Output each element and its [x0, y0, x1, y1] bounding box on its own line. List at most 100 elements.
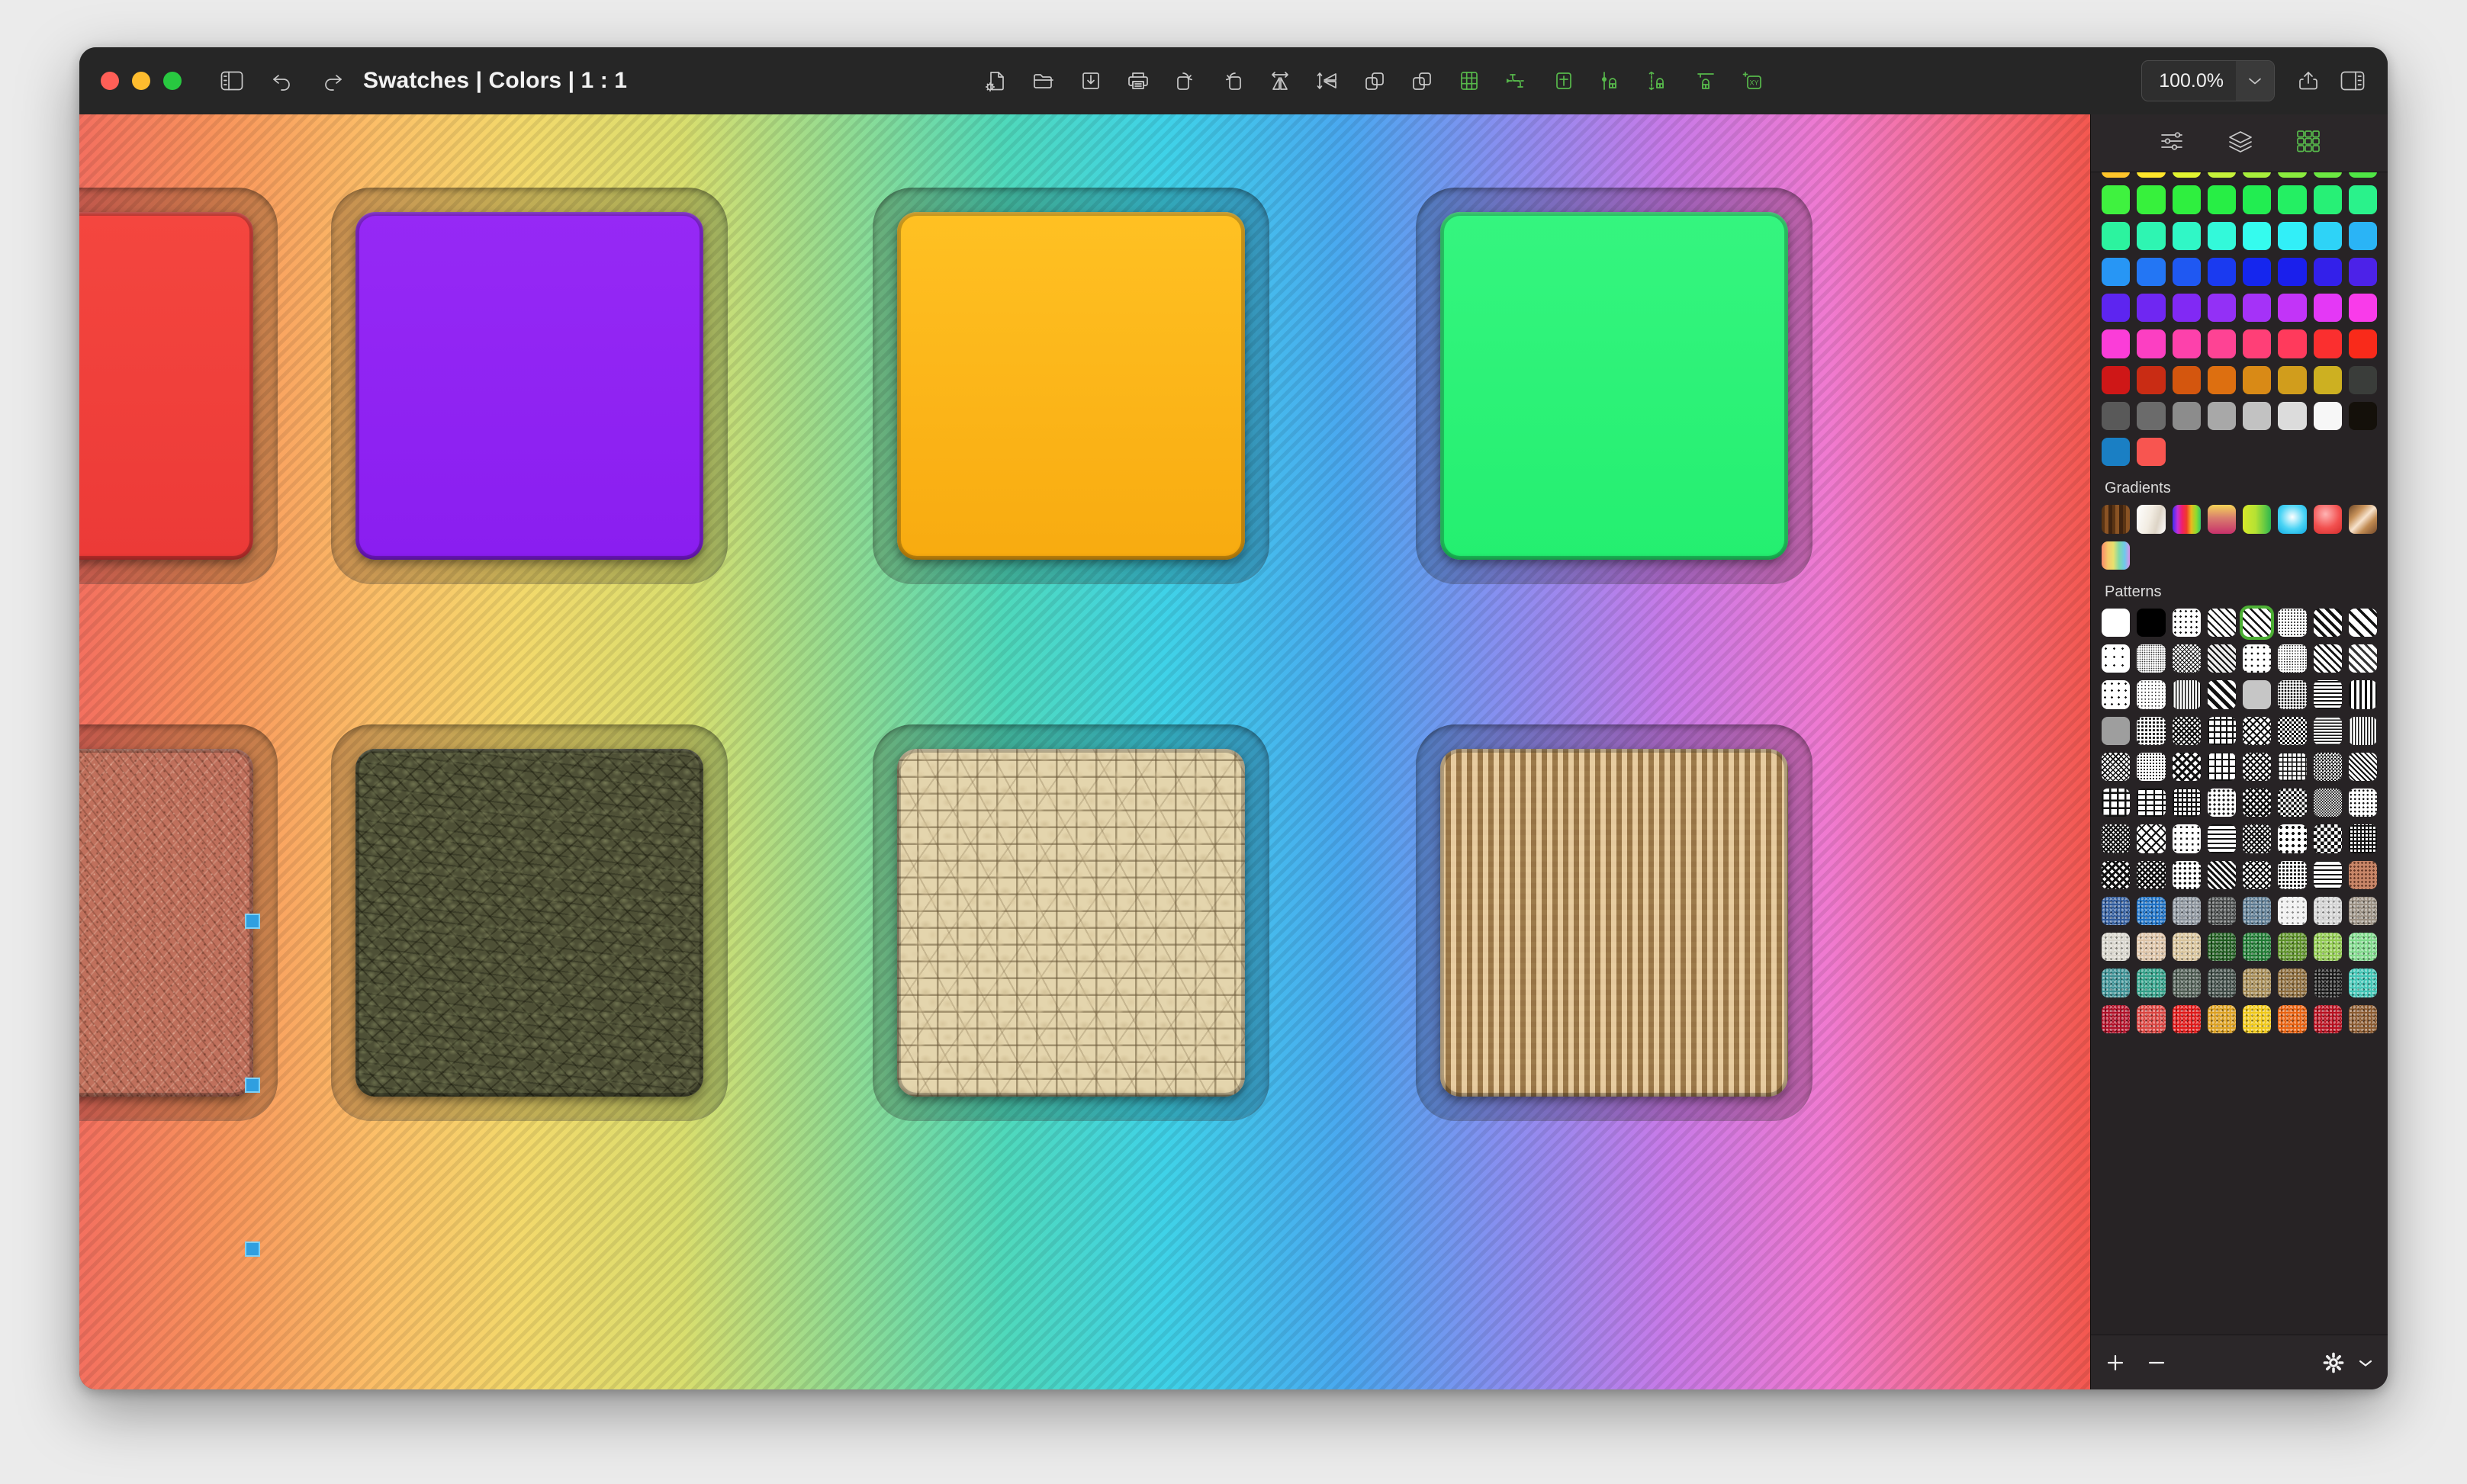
pattern-texture-swatch[interactable]	[2243, 1004, 2272, 1033]
open-folder-icon[interactable]	[1024, 61, 1063, 101]
pattern-texture-swatch[interactable]	[2137, 896, 2166, 925]
undo-icon[interactable]	[262, 61, 302, 101]
pattern-speckle[interactable]	[2137, 680, 2166, 709]
pattern-brick-grid[interactable]	[2207, 716, 2236, 745]
pattern-vertical-bars[interactable]	[2348, 680, 2377, 709]
color-swatch[interactable]	[2137, 294, 2166, 323]
color-swatch[interactable]	[2313, 185, 2342, 214]
grid-icon[interactable]	[1449, 61, 1489, 101]
color-swatch[interactable]	[2172, 257, 2201, 286]
pattern-dots-offset[interactable]	[2172, 824, 2201, 853]
pattern-noise-mid[interactable]	[2137, 752, 2166, 781]
pattern-texture-swatch[interactable]	[2313, 933, 2342, 962]
color-swatch[interactable]	[2243, 185, 2272, 214]
color-swatch[interactable]	[2207, 221, 2236, 250]
gradient-brown-stripe[interactable]	[2102, 505, 2131, 534]
color-swatch[interactable]	[2102, 401, 2131, 430]
color-swatch[interactable]	[2348, 172, 2377, 178]
pattern-weave-diag[interactable]	[2172, 716, 2201, 745]
pattern-diagonal-medium[interactable]	[2313, 644, 2342, 673]
color-swatch[interactable]	[2207, 401, 2236, 430]
rotate-right-icon[interactable]	[1213, 61, 1253, 101]
pattern-texture-swatch[interactable]	[2172, 896, 2201, 925]
pattern-texture-swatch[interactable]	[2243, 896, 2272, 925]
pattern-diagonal-grid[interactable]	[2137, 824, 2166, 853]
pattern-diagonal-dotted[interactable]	[2348, 789, 2377, 817]
pattern-texture-swatch[interactable]	[2278, 1004, 2307, 1033]
maximize-window-button[interactable]	[163, 72, 182, 90]
pattern-texture-swatch[interactable]	[2137, 968, 2166, 997]
new-document-icon[interactable]	[976, 61, 1016, 101]
color-swatch[interactable]	[2137, 185, 2166, 214]
add-swatch-button[interactable]	[2105, 1352, 2126, 1373]
selection-handle-bottom[interactable]	[245, 1241, 260, 1257]
color-swatch[interactable]	[2278, 294, 2307, 323]
snap-left-icon[interactable]	[1591, 61, 1631, 101]
color-swatch[interactable]	[2348, 185, 2377, 214]
pattern-texture-swatch[interactable]	[2102, 968, 2131, 997]
color-swatch[interactable]	[2243, 365, 2272, 394]
pattern-diagonal-cross[interactable]	[2243, 716, 2272, 745]
color-swatch[interactable]	[2137, 438, 2166, 467]
pattern-diagonal-selected[interactable]	[2243, 608, 2272, 637]
swatch-card-purple[interactable]	[331, 188, 728, 584]
pattern-checker-wide[interactable]	[2313, 824, 2342, 853]
pattern-solid-white[interactable]	[2102, 608, 2131, 637]
swatch-options-chevron-icon[interactable]	[2357, 1357, 2374, 1368]
color-swatch[interactable]	[2243, 221, 2272, 250]
swatch-options-gear-button[interactable]	[2322, 1351, 2345, 1374]
color-swatch[interactable]	[2102, 172, 2131, 178]
color-swatch[interactable]	[2207, 257, 2236, 286]
pattern-zigzag[interactable]	[2348, 752, 2377, 781]
color-swatch[interactable]	[2348, 329, 2377, 358]
gradient-pastel-rainbow[interactable]	[2102, 541, 2131, 570]
pattern-diamond-grid[interactable]	[2243, 860, 2272, 889]
snap-vertical-icon[interactable]	[1639, 61, 1678, 101]
color-swatch[interactable]	[2243, 401, 2272, 430]
pattern-herringbone[interactable]	[2137, 860, 2166, 889]
pattern-weave-dense[interactable]	[2102, 752, 2131, 781]
color-swatch[interactable]	[2313, 294, 2342, 323]
pattern-cross-dense[interactable]	[2243, 824, 2272, 853]
pattern-diagonal-dash[interactable]	[2207, 644, 2236, 673]
pattern-checkerboard[interactable]	[2278, 789, 2307, 817]
remove-swatch-button[interactable]	[2146, 1352, 2167, 1373]
color-swatch[interactable]	[2137, 221, 2166, 250]
pattern-wavy[interactable]	[2313, 860, 2342, 889]
color-swatch[interactable]	[2348, 365, 2377, 394]
close-window-button[interactable]	[101, 72, 119, 90]
snap-bounds-icon[interactable]	[1544, 61, 1584, 101]
color-swatch[interactable]	[2243, 294, 2272, 323]
pattern-grid-fine[interactable]	[2278, 752, 2307, 781]
pattern-grid-mesh[interactable]	[2348, 824, 2377, 853]
zoom-dropdown-chevron-icon[interactable]	[2236, 61, 2274, 101]
panel-scroll-area[interactable]: Gradients Patterns	[2091, 172, 2388, 1335]
flip-vertical-icon[interactable]	[1307, 61, 1347, 101]
gradient-copper-metal[interactable]	[2348, 505, 2377, 534]
color-swatch[interactable]	[2278, 257, 2307, 286]
pattern-dots-scatter[interactable]	[2102, 644, 2131, 673]
color-swatch[interactable]	[2348, 401, 2377, 430]
swatch-card-cobblestone[interactable]	[873, 724, 1269, 1121]
tab-layers[interactable]	[2227, 130, 2253, 156]
selection-handle-middle[interactable]	[245, 1078, 260, 1093]
snap-top-icon[interactable]	[1686, 61, 1726, 101]
color-swatch[interactable]	[2102, 185, 2131, 214]
color-swatch[interactable]	[2102, 365, 2131, 394]
pattern-texture-swatch[interactable]	[2172, 933, 2201, 962]
flip-horizontal-icon[interactable]	[1260, 61, 1300, 101]
pattern-texture-swatch[interactable]	[2102, 896, 2131, 925]
pattern-checker-tiny[interactable]	[2313, 752, 2342, 781]
pattern-horizontal-lines[interactable]	[2313, 680, 2342, 709]
swatch-card-amber[interactable]	[873, 188, 1269, 584]
color-swatch[interactable]	[2137, 329, 2166, 358]
color-swatch[interactable]	[2207, 365, 2236, 394]
minimize-window-button[interactable]	[132, 72, 150, 90]
pattern-solid-gray-dark[interactable]	[2102, 716, 2131, 745]
pattern-texture-swatch[interactable]	[2102, 933, 2131, 962]
gradient-sunset-gold-magenta[interactable]	[2207, 505, 2236, 534]
color-swatch[interactable]	[2102, 221, 2131, 250]
color-swatch[interactable]	[2172, 365, 2201, 394]
swatch-card-red-partial[interactable]	[79, 188, 278, 584]
color-swatch[interactable]	[2313, 221, 2342, 250]
